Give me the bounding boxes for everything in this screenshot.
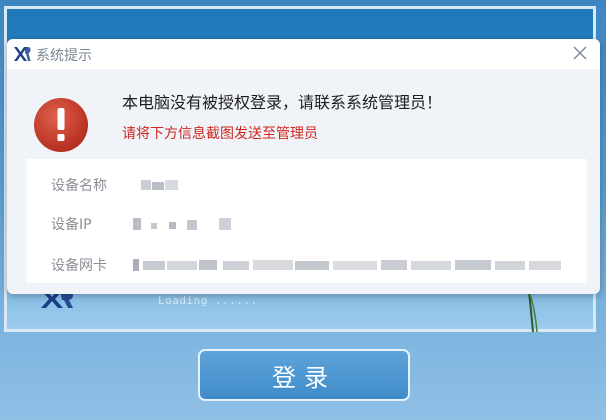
screenshot-instruction: 请将下方信息截图发送至管理员 [122, 126, 318, 142]
error-exclamation-icon [34, 98, 88, 152]
device-ip-label: 设备IP [51, 217, 92, 233]
plant-decoration [528, 292, 538, 332]
loading-text: Loading ...... [158, 294, 258, 307]
device-info-box: 设备名称 设备IP 设备网卡 [27, 159, 587, 283]
dialog-title: 系统提示 [36, 48, 92, 64]
login-button[interactable]: 登录 [198, 349, 410, 401]
dialog-titlebar: 系统提示 [7, 39, 600, 69]
device-mac-label: 设备网卡 [51, 258, 107, 274]
device-mac-value-redacted [133, 259, 561, 271]
system-prompt-dialog: 系统提示 本电脑没有被授权登录，请联系系统管理员！ 请将下方信息截图发送至管理员… [7, 39, 600, 294]
device-name-label: 设备名称 [51, 178, 107, 194]
close-button[interactable] [570, 43, 590, 63]
xr-logo-icon [14, 47, 31, 61]
unauthorized-message: 本电脑没有被授权登录，请联系系统管理员！ [122, 93, 443, 112]
device-name-value-redacted [141, 180, 178, 190]
close-icon [573, 46, 587, 60]
device-ip-value-redacted [133, 218, 231, 230]
